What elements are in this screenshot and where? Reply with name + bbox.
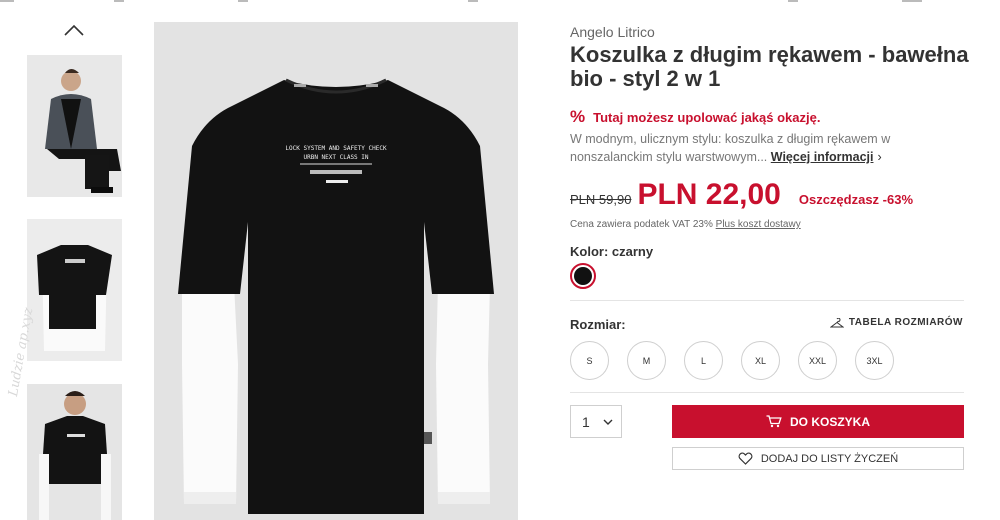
size-table-label: TABELA ROZMIARÓW (848, 317, 963, 328)
size-label: Rozmiar: (570, 317, 626, 332)
chevron-down-icon (603, 419, 613, 425)
color-label: Kolor: czarny (570, 244, 654, 259)
product-front-image (27, 219, 122, 361)
divider (570, 392, 964, 393)
thumbnail-model-seated[interactable] (27, 55, 122, 197)
size-option-l[interactable]: L (684, 341, 723, 380)
divider (570, 300, 964, 301)
size-option-s[interactable]: S (570, 341, 609, 380)
shirt-print-line-1: LOCK SYSTEM AND SAFETY CHECK (285, 145, 387, 152)
size-table-link[interactable]: TABELA ROZMIARÓW (829, 317, 963, 328)
price-row: PLN 59,90 PLN 22,00 Oszczędzasz -63% (570, 178, 913, 212)
more-info-link[interactable]: Więcej informacji (771, 150, 874, 164)
chevron-right-icon[interactable]: › (877, 150, 881, 164)
long-sleeve-shirt-illustration: LOCK SYSTEM AND SAFETY CHECK URBN NEXT C… (154, 22, 518, 520)
add-to-wishlist-button[interactable]: DODAJ DO LISTY ŻYCZEŃ (672, 447, 964, 470)
quantity-select[interactable]: 1 (570, 405, 622, 438)
size-option-xl[interactable]: XL (741, 341, 780, 380)
size-options: S M L XL XXL 3XL (570, 341, 894, 380)
swatch-fill (574, 267, 592, 285)
old-price: PLN 59,90 (570, 192, 632, 207)
size-option-xxl[interactable]: XXL (798, 341, 837, 380)
product-brand[interactable]: Angelo Litrico (570, 24, 655, 40)
saving-badge: Oszczędzasz -63% (798, 192, 914, 207)
size-option-m[interactable]: M (627, 341, 666, 380)
percent-icon: % (570, 107, 586, 126)
hanger-icon (829, 317, 844, 327)
chevron-up-icon[interactable] (62, 22, 86, 38)
vat-note: Cena zawiera podatek VAT 23% Plus koszt … (570, 219, 801, 230)
add-to-cart-label: DO KOSZYKA (789, 414, 870, 429)
quantity-value: 1 (582, 413, 590, 430)
shirt-print-line-2: URBN NEXT CLASS IN (303, 154, 368, 161)
product-short-description: W modnym, ulicznym stylu: koszulka z dłu… (570, 130, 960, 166)
main-product-image[interactable]: LOCK SYSTEM AND SAFETY CHECK URBN NEXT C… (154, 22, 518, 520)
vat-text: Cena zawiera podatek VAT 23% (570, 219, 713, 230)
product-title: Koszulka z długim rękawem - bawełna bio … (570, 42, 969, 91)
heart-icon (738, 452, 753, 465)
size-option-3xl[interactable]: 3XL (855, 341, 894, 380)
thumbnail-model-standing[interactable] (27, 384, 122, 520)
add-to-wishlist-label: DODAJ DO LISTY ŻYCZEŃ (760, 452, 899, 465)
model-standing-image (27, 384, 122, 520)
top-edge-marks (0, 0, 922, 2)
current-price: PLN 22,00 (637, 178, 781, 211)
add-to-cart-button[interactable]: DO KOSZYKA (672, 405, 964, 438)
cart-icon (766, 415, 782, 428)
shipping-cost-link[interactable]: Plus koszt dostawy (716, 219, 801, 230)
color-swatch-black[interactable] (570, 263, 596, 289)
model-seated-image (27, 55, 122, 197)
promo-text: Tutaj możesz upolować jakąś okazję. (593, 109, 821, 125)
thumbnail-product-front[interactable] (27, 219, 122, 361)
promo-message: % Tutaj możesz upolować jakąś okazję. (570, 107, 820, 127)
